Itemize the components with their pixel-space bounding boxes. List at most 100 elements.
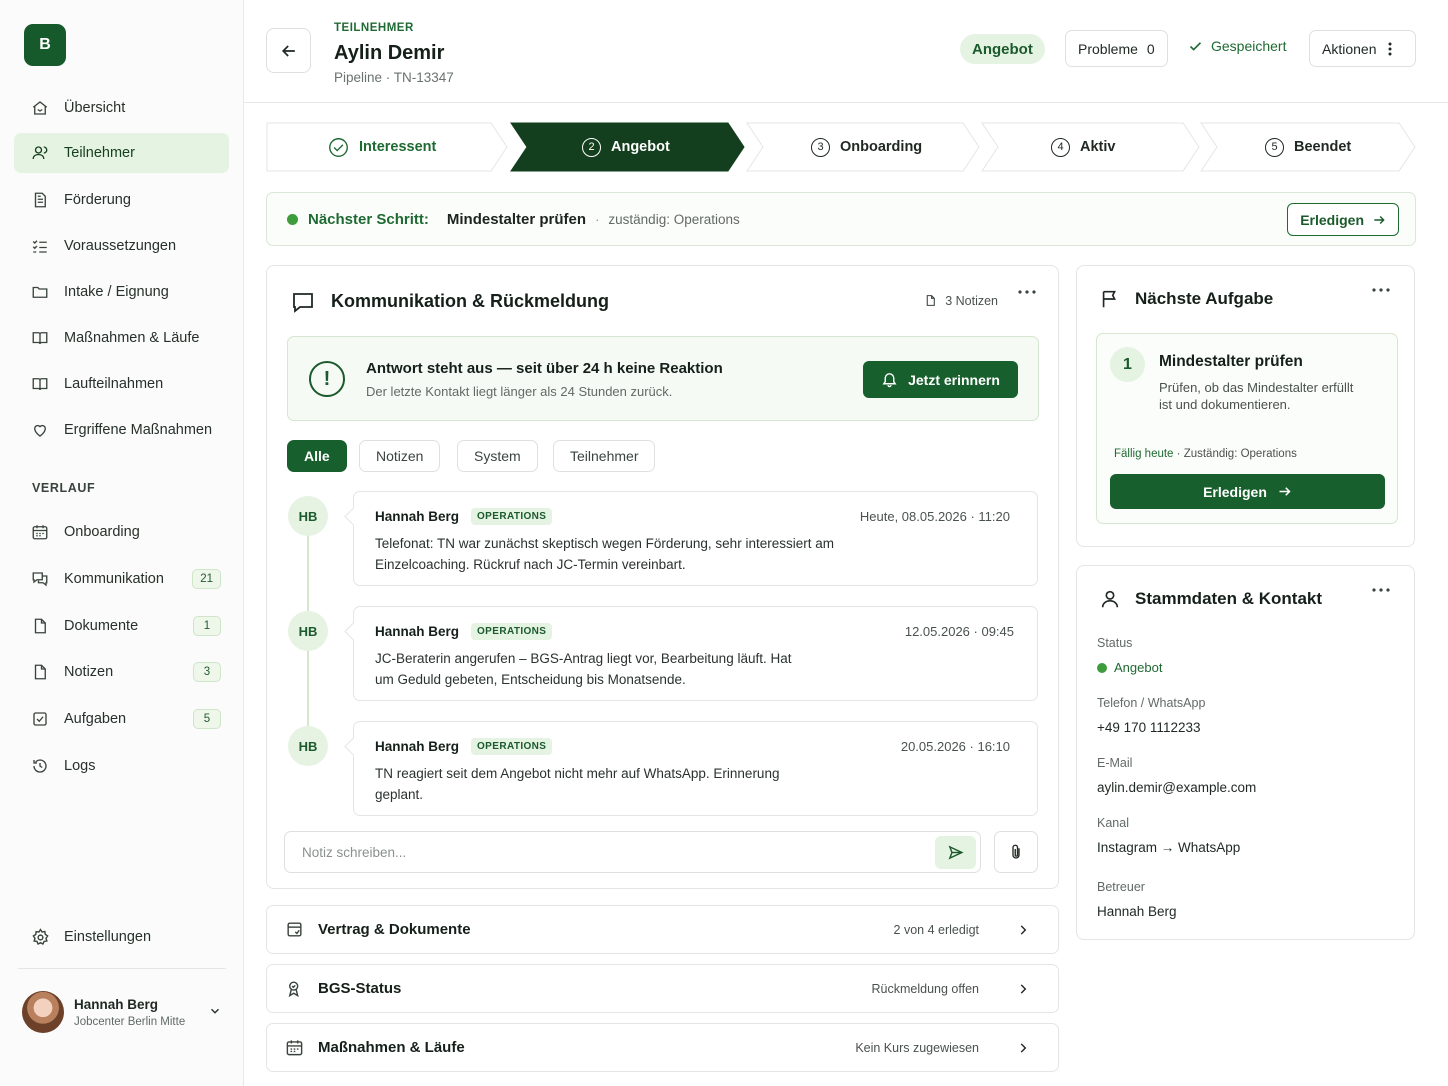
remind-now-button[interactable]: Jetzt erinnern <box>863 361 1018 398</box>
speech-bubble-icon <box>291 290 315 314</box>
sidebar-item-label: Notizen <box>64 664 114 680</box>
sidebar-item-ergriffene-massnahmen[interactable]: Ergriffene Maßnahmen <box>14 410 229 450</box>
sidebar-item-label: Laufteilnahmen <box>64 376 164 392</box>
section-bgs-status[interactable]: BGS-Status Rückmeldung offen <box>266 964 1059 1013</box>
note-input[interactable] <box>285 832 925 872</box>
message-author: Hannah Berg <box>375 509 460 524</box>
sidebar-item-label: Kommunikation <box>64 571 164 587</box>
step-number: 4 <box>1051 137 1070 157</box>
sidebar-item-intake[interactable]: Intake / Eignung <box>14 272 229 312</box>
sidebar-item-aufgaben[interactable]: Aufgaben 5 <box>14 699 229 739</box>
sidebar-item-kommunikation[interactable]: Kommunikation 21 <box>14 559 229 599</box>
more-horizontal-icon[interactable] <box>1018 290 1036 294</box>
task-owner: · Zuständig: Operations <box>1173 448 1297 460</box>
user-menu[interactable]: Hannah Berg Jobcenter Berlin Mitte <box>22 990 226 1034</box>
heart-icon <box>30 420 50 440</box>
sidebar-section-label: VERLAUF <box>32 481 96 495</box>
count-badge: 3 <box>193 662 221 682</box>
section-vertrag-dokumente[interactable]: Vertrag & Dokumente 2 von 4 erledigt <box>266 905 1059 954</box>
paperclip-icon <box>1007 842 1025 862</box>
step-number: 2 <box>582 137 601 157</box>
communication-title: Kommunikation & Rückmeldung <box>331 291 610 311</box>
sidebar-item-dokumente[interactable]: Dokumente 1 <box>14 606 229 646</box>
filter-notizen[interactable]: Notizen <box>359 440 441 472</box>
folder-icon <box>30 282 50 302</box>
step-angebot[interactable]: 2 Angebot <box>582 122 670 172</box>
more-horizontal-icon[interactable] <box>1372 288 1390 292</box>
file-icon <box>924 293 937 308</box>
chevron-down-icon[interactable] <box>208 1004 222 1018</box>
user-org: Jobcenter Berlin Mitte <box>74 1015 186 1028</box>
email-value[interactable]: aylin.demir@example.com <box>1097 780 1256 795</box>
author-avatar: HB <box>288 496 328 536</box>
step-onboarding[interactable]: 3 Onboarding <box>811 122 922 172</box>
message-text: Telefonat: TN war zunächst skeptisch weg… <box>375 536 834 572</box>
step-label: Beendet <box>1294 139 1352 155</box>
notes-count[interactable]: 3 Notizen <box>924 293 998 308</box>
phone-value[interactable]: +49 170 1112233 <box>1097 720 1200 735</box>
arrow-right-icon <box>1277 484 1292 499</box>
sidebar-item-voraussetzungen[interactable]: Voraussetzungen <box>14 226 229 266</box>
sidebar-item-label: Voraussetzungen <box>64 238 177 254</box>
send-icon <box>947 844 964 861</box>
more-horizontal-icon[interactable] <box>1372 588 1390 592</box>
complete-next-step-button[interactable]: Erledigen <box>1287 203 1399 236</box>
step-beendet[interactable]: 5 Beendet <box>1265 122 1351 172</box>
back-button[interactable] <box>266 28 311 73</box>
message-text: TN reagiert seit dem Angebot nicht mehr … <box>375 766 780 802</box>
contract-icon <box>284 920 304 939</box>
sidebar-item-label: Dokumente <box>64 618 139 634</box>
next-task-card: Nächste Aufgabe 1 Mindestalter prüfen Pr… <box>1076 265 1415 547</box>
sidebar-item-massnahmen[interactable]: Maßnahmen & Läufe <box>14 318 229 358</box>
sidebar-item-laufteilnahmen[interactable]: Laufteilnahmen <box>14 364 229 404</box>
send-button[interactable] <box>935 836 976 869</box>
section-massnahmen-laeufe[interactable]: Maßnahmen & Läufe Kein Kurs zugewiesen <box>266 1023 1059 1072</box>
sidebar-item-einstellungen[interactable]: Einstellungen <box>14 917 229 957</box>
button-label: Erledigen <box>1203 483 1267 500</box>
book-open-icon <box>30 374 50 394</box>
sidebar-item-label: Förderung <box>64 192 131 208</box>
filter-alle[interactable]: Alle <box>287 440 347 472</box>
attach-button[interactable] <box>994 831 1038 873</box>
pipeline-stepper: Interessent 2 Angebot 3 Onboarding 4 Akt… <box>266 122 1416 172</box>
note-composer <box>284 831 981 873</box>
next-step-owner: zuständig: Operations <box>608 211 740 227</box>
complete-task-button[interactable]: Erledigen <box>1110 474 1385 509</box>
message-text: JC-Beraterin angerufen – BGS-Antrag lieg… <box>375 651 792 687</box>
users-icon <box>30 143 50 163</box>
problems-button[interactable]: Probleme 0 <box>1065 30 1168 67</box>
gear-icon <box>30 927 50 947</box>
sidebar-item-label: Aufgaben <box>64 711 127 727</box>
sidebar-item-logs[interactable]: Logs <box>14 746 229 786</box>
actions-button[interactable]: Aktionen <box>1309 30 1416 67</box>
next-step-task: Mindestalter prüfen <box>446 210 587 228</box>
history-icon <box>30 756 50 776</box>
sidebar-item-notizen[interactable]: Notizen 3 <box>14 652 229 692</box>
button-label: Erledigen <box>1300 211 1364 228</box>
filter-system[interactable]: System <box>457 440 538 472</box>
alert-subtitle: Der letzte Kontakt liegt länger als 24 S… <box>366 384 673 399</box>
status-dot <box>287 213 298 225</box>
master-data-card: Stammdaten & Kontakt Status Angebot Tele… <box>1076 565 1415 940</box>
user-icon <box>1099 588 1121 610</box>
app-logo[interactable]: B <box>24 24 66 66</box>
count-badge: 1 <box>193 616 221 636</box>
check-icon <box>1188 39 1203 54</box>
step-number: 3 <box>811 137 830 157</box>
sidebar-item-onboarding[interactable]: Onboarding <box>14 512 229 552</box>
badge-icon <box>284 979 304 998</box>
channel-label: Kanal <box>1097 816 1129 830</box>
filter-teilnehmer[interactable]: Teilnehmer <box>553 440 656 472</box>
advisor-value: Hannah Berg <box>1097 904 1177 919</box>
step-aktiv[interactable]: 4 Aktiv <box>1051 122 1115 172</box>
sidebar-item-uebersicht[interactable]: Übersicht <box>14 88 229 128</box>
page-eyebrow: TEILNEHMER <box>334 22 414 34</box>
step-interessent[interactable]: Interessent <box>328 122 436 172</box>
next-task-title: Nächste Aufgabe <box>1135 289 1274 308</box>
step-label: Interessent <box>359 139 437 155</box>
sidebar-item-teilnehmer[interactable]: Teilnehmer <box>14 133 229 173</box>
avatar <box>22 991 64 1033</box>
calendar-icon <box>284 1038 304 1057</box>
sidebar-item-foerderung[interactable]: Förderung <box>14 180 229 220</box>
sidebar-divider <box>18 968 226 969</box>
